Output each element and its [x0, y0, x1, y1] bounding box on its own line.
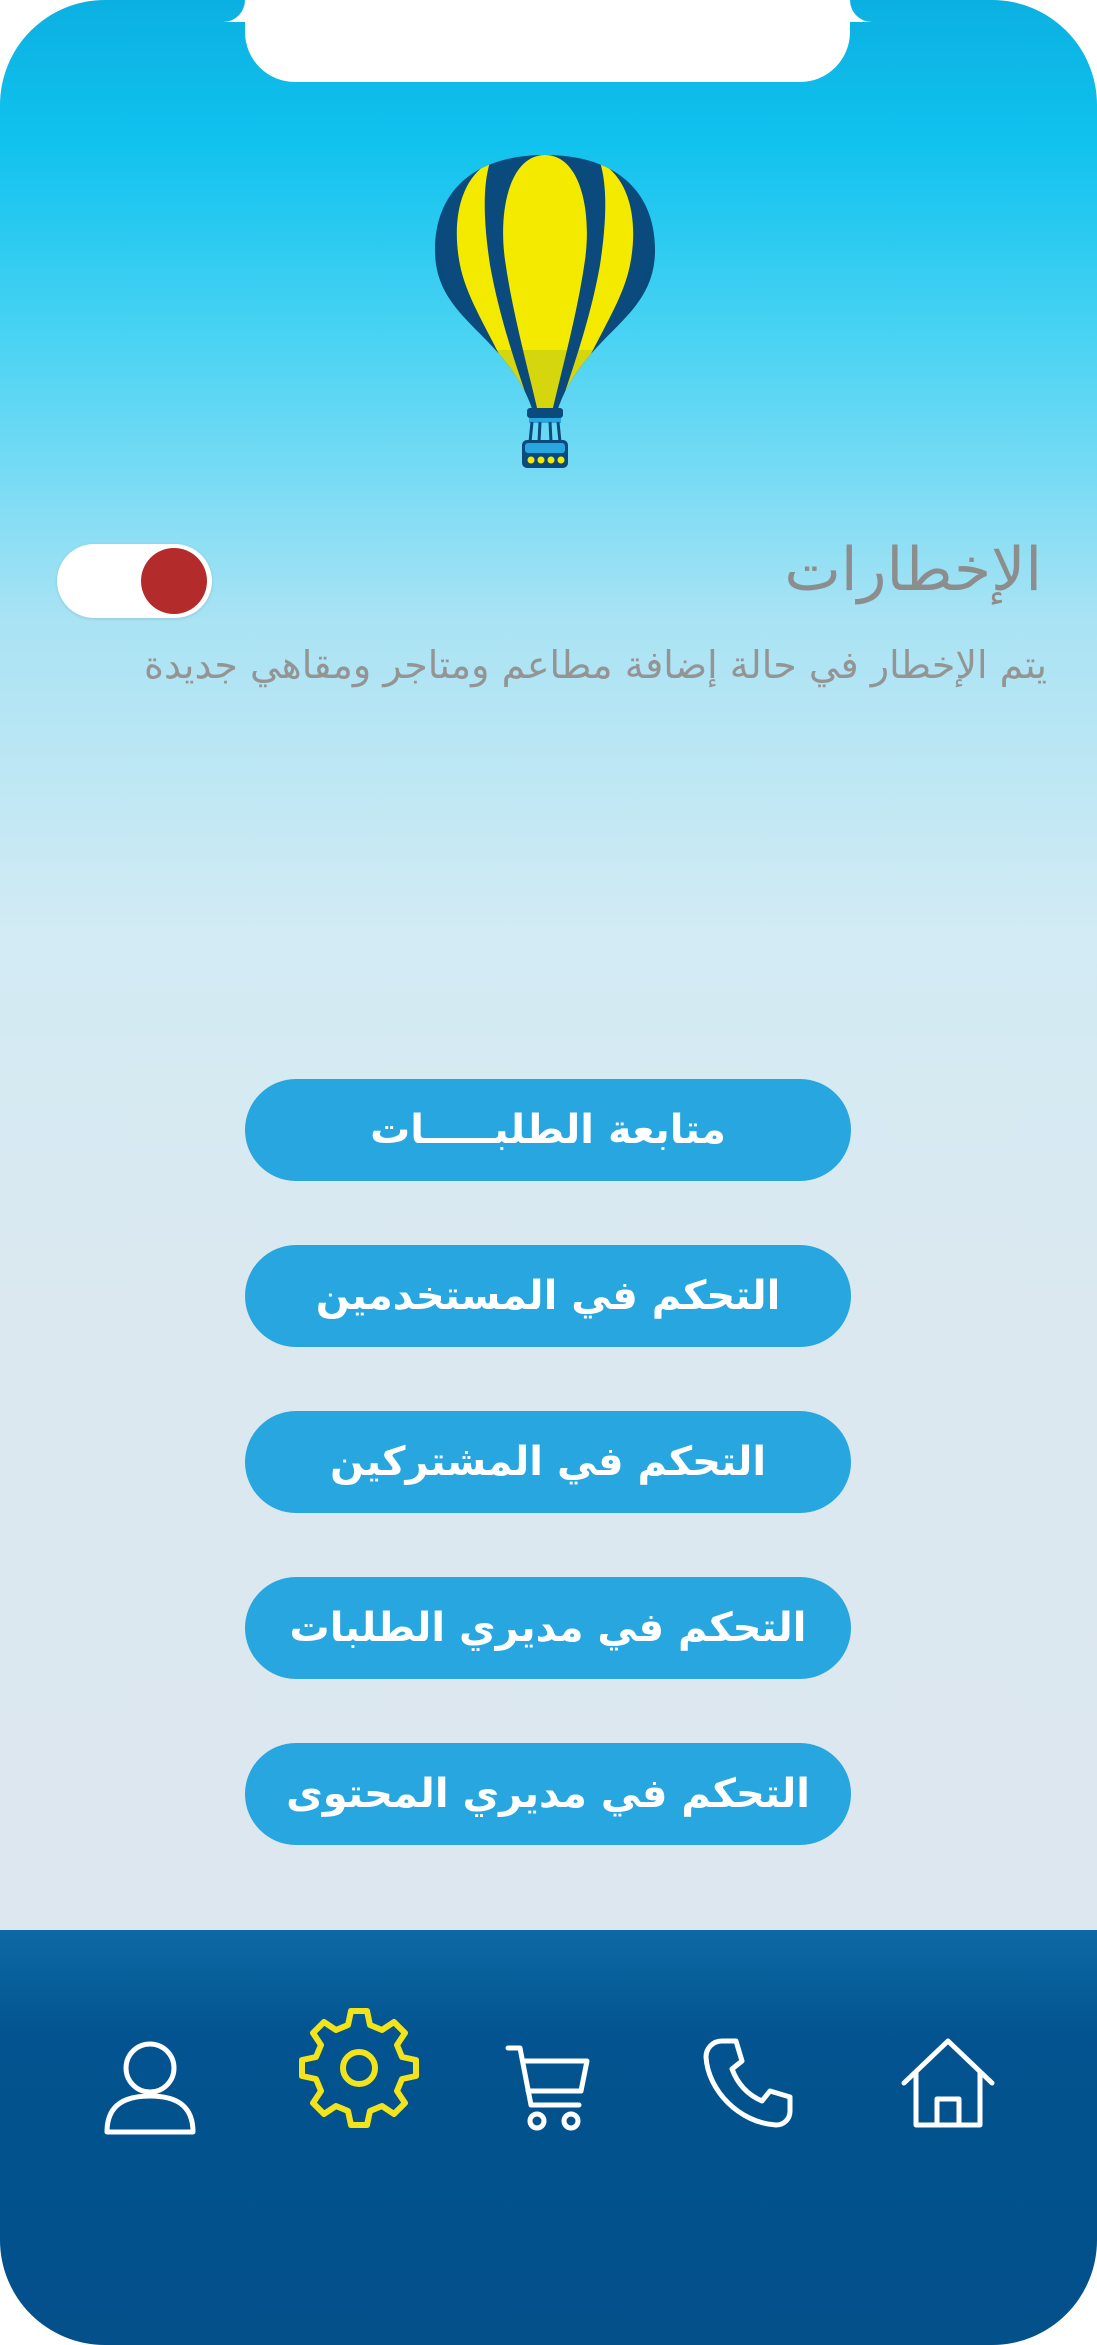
notifications-description: يتم الإخطار في حالة إضافة مطاعم ومتاجر و…	[144, 643, 1047, 687]
tab-profile[interactable]	[100, 2038, 200, 2138]
phone-icon	[703, 2038, 793, 2128]
manage-content-managers-button[interactable]: التحكم في مديري المحتوى	[245, 1743, 851, 1845]
user-icon	[104, 2041, 196, 2135]
cart-icon	[505, 2045, 590, 2131]
bottom-tab-bar	[0, 1930, 1097, 2345]
notifications-toggle[interactable]	[57, 544, 212, 618]
tab-home[interactable]	[900, 2035, 996, 2131]
notifications-title: الإخطارات	[784, 535, 1042, 605]
manage-subscribers-button[interactable]: التحكم في المشتركين	[245, 1411, 851, 1513]
toggle-knob	[141, 548, 207, 614]
notch-corner-left	[223, 0, 245, 22]
gear-icon	[299, 2008, 419, 2128]
hot-air-balloon-icon	[435, 155, 655, 468]
device-notch	[245, 0, 850, 82]
tab-contact[interactable]	[700, 2035, 796, 2131]
app-screen: الإخطارات يتم الإخطار في حالة إضافة مطاع…	[0, 0, 1097, 2345]
notch-corner-right	[850, 0, 872, 22]
manage-order-managers-button[interactable]: التحكم في مديري الطلبات	[245, 1577, 851, 1679]
home-icon	[901, 2038, 995, 2128]
track-orders-button[interactable]: متابعة الطلبـــــات	[245, 1079, 851, 1181]
manage-users-button[interactable]: التحكم في المستخدمين	[245, 1245, 851, 1347]
tab-settings[interactable]	[294, 2003, 424, 2133]
tab-cart[interactable]	[505, 2043, 591, 2133]
